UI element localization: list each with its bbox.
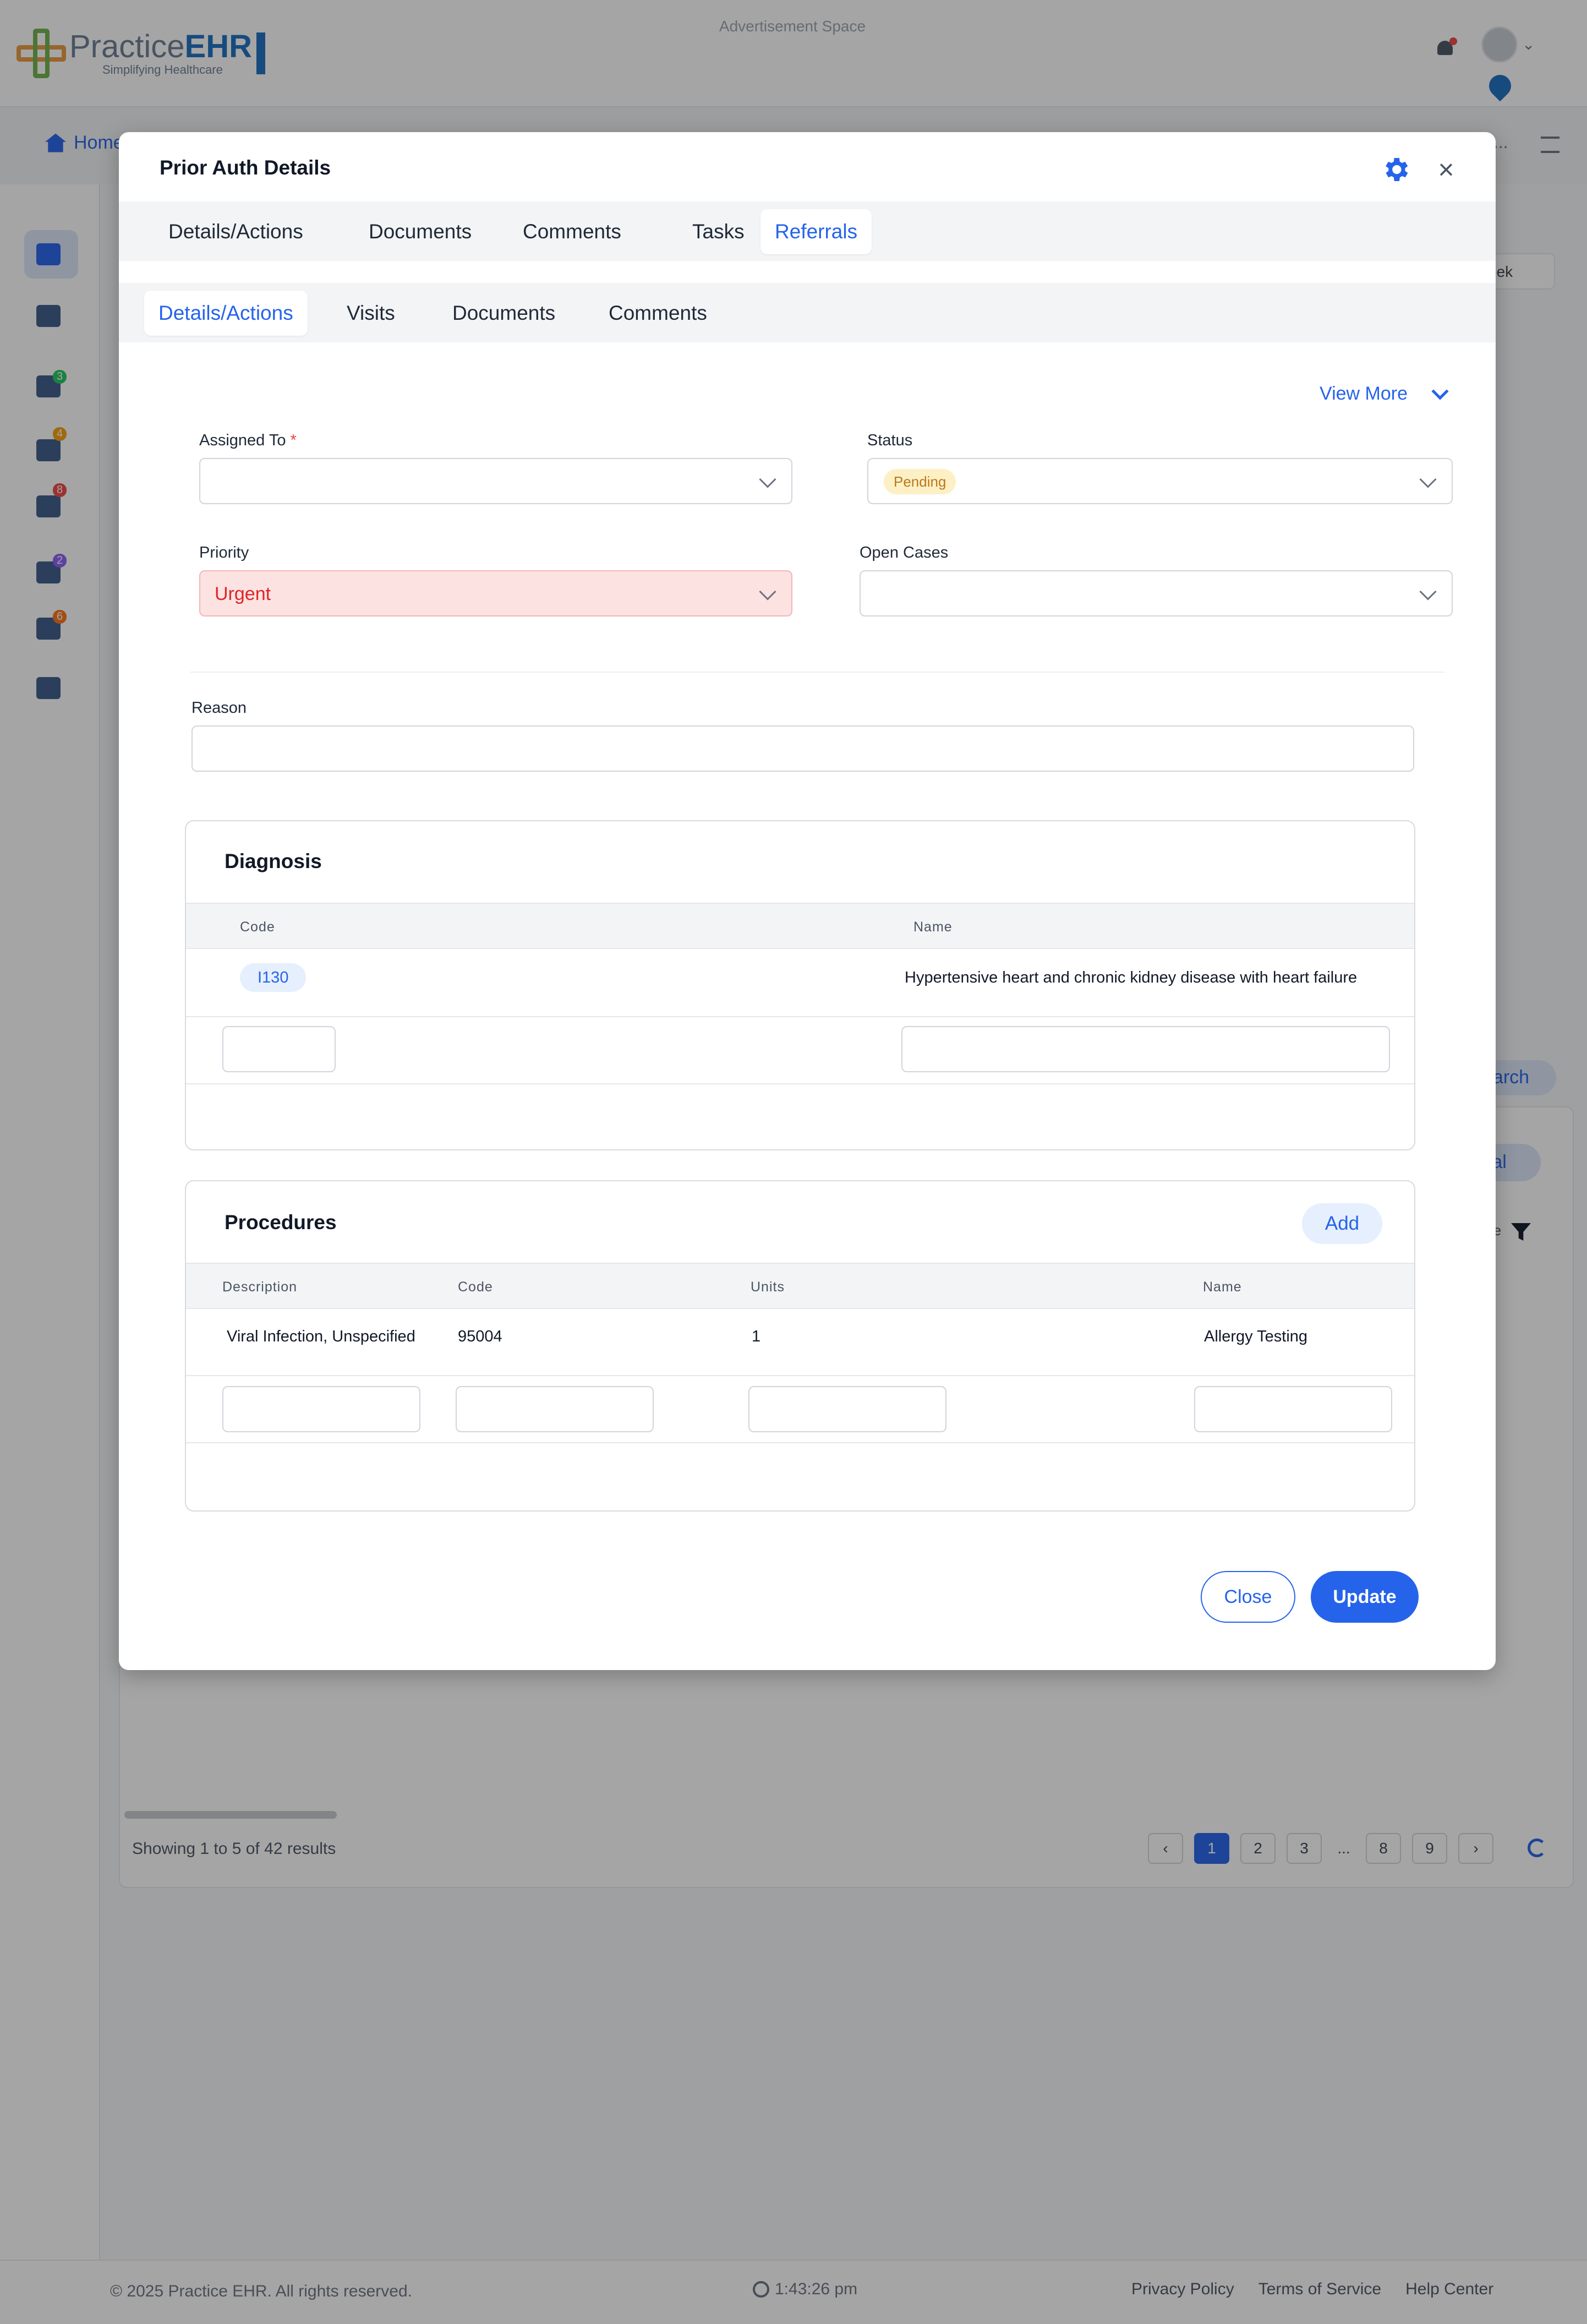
chevron-down-icon	[759, 583, 776, 601]
diagnosis-section: Diagnosis Code Name I130 Hypertensive he…	[185, 820, 1415, 1150]
row-divider	[186, 1442, 1414, 1443]
close-button[interactable]: Close	[1201, 1571, 1295, 1623]
chevron-down-icon	[759, 471, 776, 488]
column-header-code: Code	[240, 919, 275, 935]
diagnosis-code-input[interactable]	[222, 1026, 336, 1072]
assigned-to-select[interactable]	[199, 458, 792, 504]
subtab-documents[interactable]: Documents	[438, 291, 570, 336]
procedure-code-input[interactable]	[456, 1386, 654, 1432]
diagnosis-name: Hypertensive heart and chronic kidney di…	[905, 969, 1358, 986]
procedure-description-input[interactable]	[222, 1386, 420, 1432]
top-tabs: Details/Actions Documents Comments Tasks…	[119, 201, 1496, 261]
procedure-name-input[interactable]	[1194, 1386, 1392, 1432]
procedure-description: Viral Infection, Unspecified	[227, 1328, 415, 1345]
tab-comments[interactable]: Comments	[508, 209, 636, 254]
assigned-to-label: Assigned To *	[199, 432, 297, 450]
chevron-down-icon	[1419, 583, 1437, 601]
procedures-section: Procedures Add Description Code Units Na…	[185, 1180, 1415, 1512]
diagnosis-code-chip[interactable]: I130	[240, 963, 307, 992]
view-more-toggle[interactable]: View More	[1320, 382, 1449, 405]
diagnosis-header-row: Code Name	[186, 903, 1414, 949]
priority-label: Priority	[199, 544, 249, 561]
update-button[interactable]: Update	[1311, 1571, 1419, 1623]
subtab-details-actions[interactable]: Details/Actions	[144, 291, 308, 336]
row-divider	[186, 1083, 1414, 1084]
row-divider	[186, 1375, 1414, 1376]
procedure-units-input[interactable]	[748, 1386, 946, 1432]
procedure-units: 1	[752, 1328, 761, 1345]
reason-label: Reason	[191, 699, 247, 717]
column-header-units: Units	[751, 1279, 785, 1295]
status-badge: Pending	[884, 469, 956, 494]
prior-auth-modal: Prior Auth Details × Details/Actions Doc…	[119, 132, 1496, 1670]
gear-icon[interactable]	[1380, 154, 1411, 185]
modal-title: Prior Auth Details	[160, 156, 331, 179]
reason-input[interactable]	[191, 725, 1414, 772]
diagnosis-title: Diagnosis	[225, 850, 322, 872]
status-select[interactable]: Pending	[867, 458, 1453, 504]
priority-value: Urgent	[215, 583, 271, 604]
view-more-label: View More	[1320, 383, 1408, 404]
tab-referrals[interactable]: Referrals	[760, 209, 872, 254]
open-cases-label: Open Cases	[860, 544, 949, 561]
column-header-code: Code	[458, 1279, 493, 1295]
chevron-down-icon	[1431, 382, 1449, 400]
diagnosis-name-input[interactable]	[901, 1026, 1390, 1072]
required-asterisk: *	[290, 432, 297, 449]
column-header-description: Description	[222, 1279, 298, 1295]
procedure-code: 95004	[458, 1328, 502, 1345]
add-procedure-button[interactable]: Add	[1302, 1203, 1382, 1244]
assigned-to-label-text: Assigned To	[199, 432, 286, 449]
open-cases-select[interactable]	[860, 570, 1453, 617]
procedure-name: Allergy Testing	[1204, 1328, 1308, 1345]
row-divider	[186, 1016, 1414, 1017]
priority-select[interactable]: Urgent	[199, 570, 792, 617]
tab-documents[interactable]: Documents	[354, 209, 486, 254]
form-divider	[190, 672, 1445, 673]
column-header-name: Name	[913, 919, 953, 935]
procedures-header-row: Description Code Units Name	[186, 1263, 1414, 1309]
close-icon[interactable]: ×	[1431, 154, 1462, 185]
procedures-title: Procedures	[225, 1211, 337, 1234]
chevron-down-icon	[1419, 471, 1437, 488]
tab-tasks[interactable]: Tasks	[678, 209, 759, 254]
sub-tabs: Details/Actions Visits Documents Comment…	[119, 283, 1496, 342]
column-header-name: Name	[1203, 1279, 1242, 1295]
status-label: Status	[867, 432, 913, 449]
tab-details-actions[interactable]: Details/Actions	[154, 209, 318, 254]
subtab-visits[interactable]: Visits	[332, 291, 409, 336]
subtab-comments[interactable]: Comments	[594, 291, 721, 336]
